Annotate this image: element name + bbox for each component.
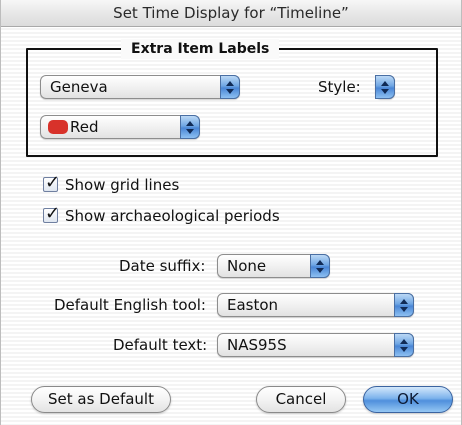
color-popup-value: Red [70,118,99,136]
date-suffix-label: Date suffix: [119,257,206,275]
checkmark-icon: ✓ [45,172,61,193]
ok-button[interactable]: OK [363,386,453,413]
window-title: Set Time Display for “Timeline” [1,0,461,27]
default-text-value: NAS95S [227,336,287,354]
style-label: Style: [318,78,361,96]
extra-item-labels-group: Extra Item Labels Geneva Style: Red [26,39,438,157]
show-archaeological-periods-checkbox[interactable]: ✓ [43,204,60,224]
show-grid-lines-label[interactable]: Show grid lines [65,175,179,195]
popup-arrows-icon [220,75,240,99]
group-title: Extra Item Labels [121,39,280,59]
default-english-tool-value: Easton [227,296,279,314]
show-grid-lines-checkbox[interactable]: ✓ [43,173,60,193]
dialog-window: Set Time Display for “Timeline” Extra It… [0,0,462,425]
default-text-popup[interactable]: NAS95S [217,333,414,357]
default-english-tool-label: Default English tool: [54,296,206,314]
checkmark-icon: ✓ [45,203,61,224]
popup-arrows-icon [310,254,330,278]
style-popup[interactable] [375,75,395,99]
popup-arrows-icon [180,115,200,139]
set-as-default-button[interactable]: Set as Default [31,386,171,413]
popup-arrows-icon [394,293,414,317]
date-suffix-value: None [227,257,267,275]
cancel-button[interactable]: Cancel [256,386,346,413]
popup-arrows-icon [375,75,395,99]
font-popup-value: Geneva [50,78,108,96]
default-english-tool-popup[interactable]: Easton [217,293,414,317]
red-color-swatch-icon [48,120,68,134]
show-archaeological-periods-label[interactable]: Show archaeological periods [65,206,280,226]
date-suffix-popup[interactable]: None [217,254,330,278]
font-popup[interactable]: Geneva [40,75,240,99]
default-text-label: Default text: [113,336,208,354]
color-popup[interactable]: Red [40,115,200,139]
popup-arrows-icon [394,333,414,357]
